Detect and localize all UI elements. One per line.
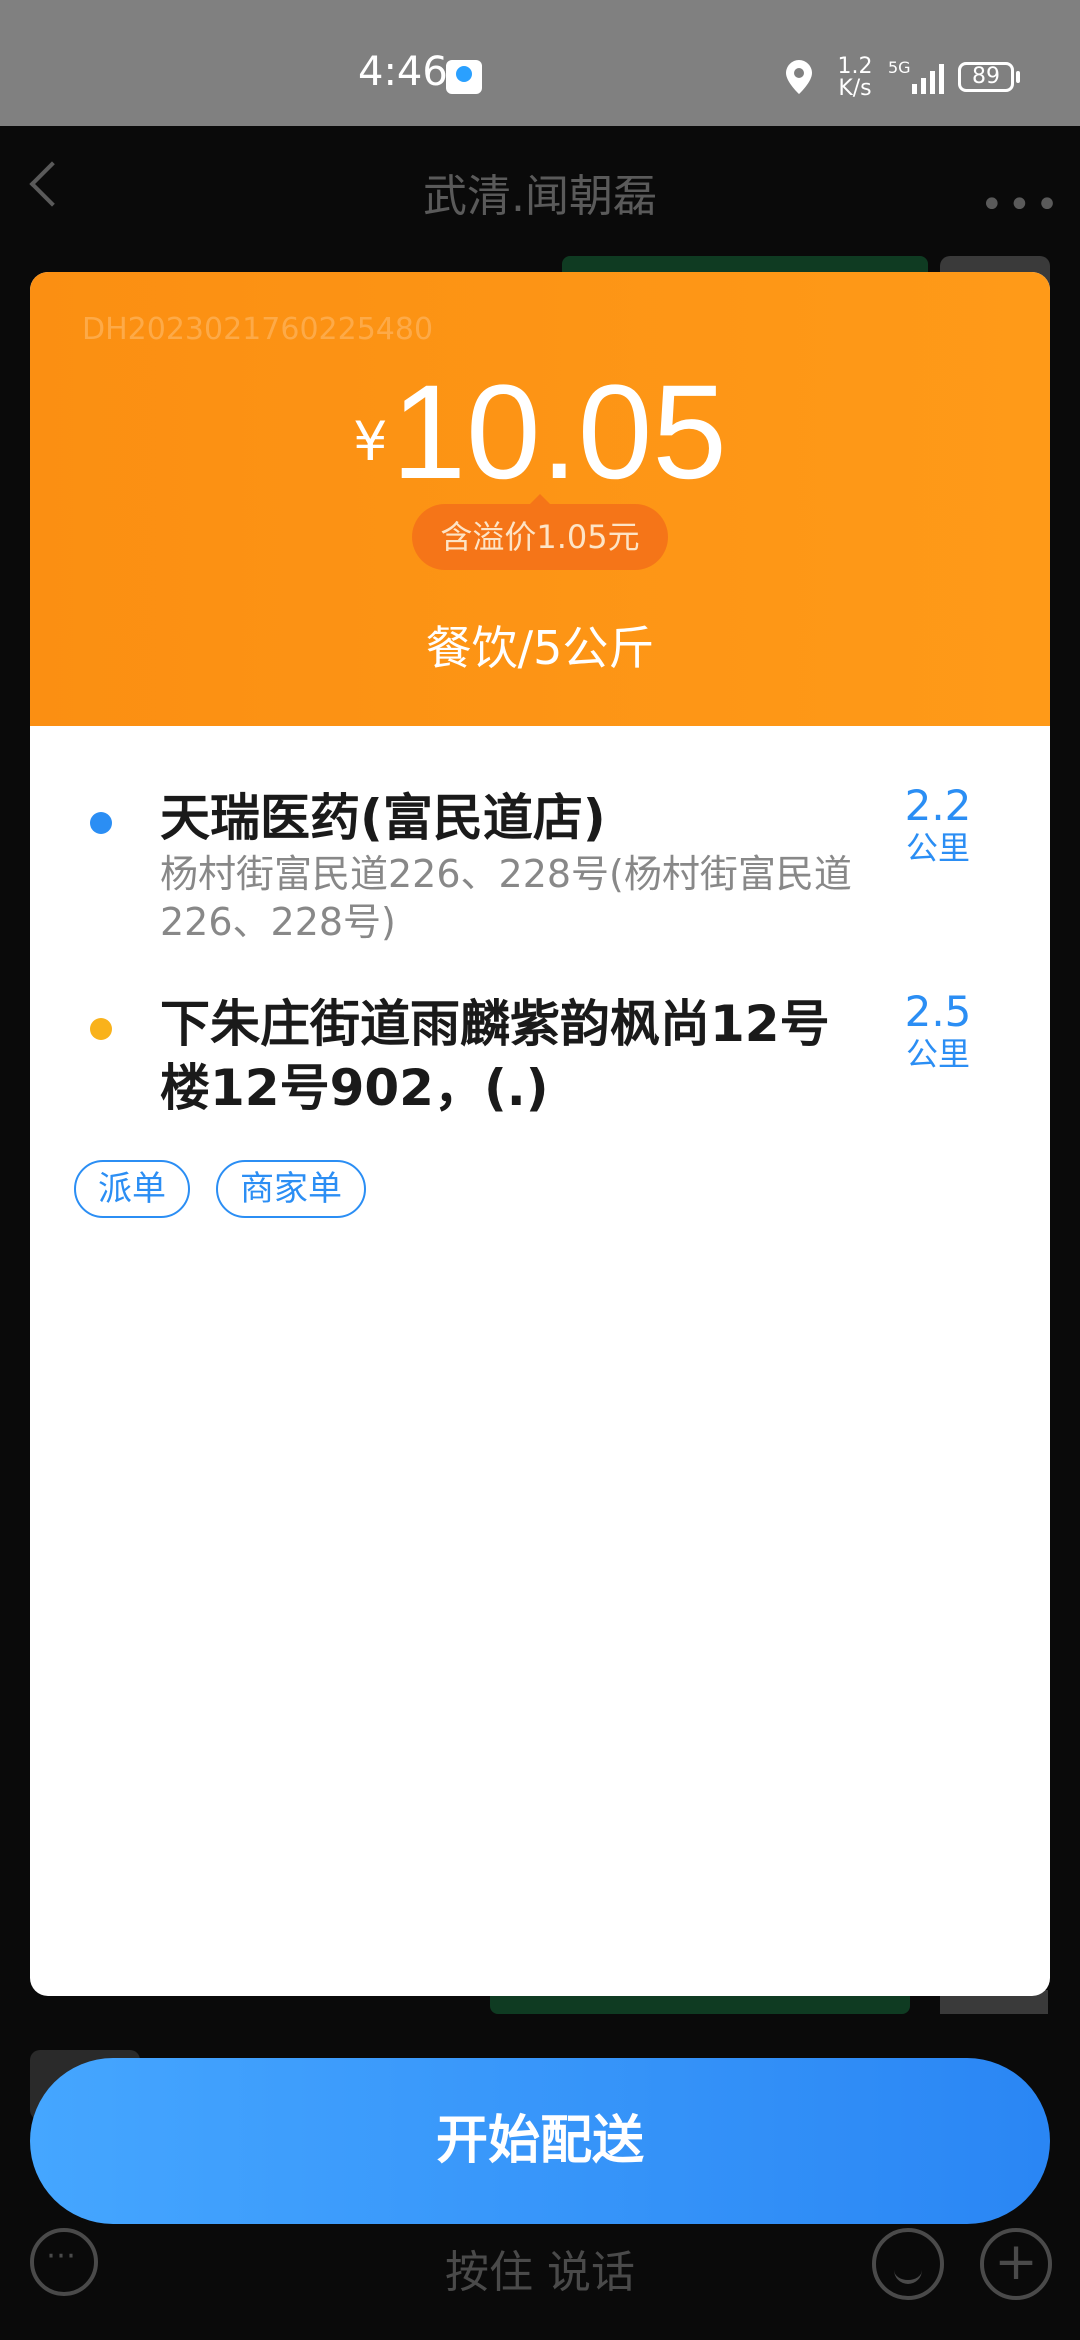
network-type: 5G [888,58,911,77]
pickup-address: 杨村街富民道226、228号(杨村街富民道226、228号) [160,852,852,944]
status-time: 4:46 [358,49,448,95]
battery-icon: 89 [958,62,1020,92]
order-header: DH2023021760225480 ¥10.05 含溢价1.05元 餐饮/5公… [30,272,1050,726]
pickup-dot-icon [90,812,112,834]
currency-symbol: ¥ [353,410,388,473]
price-amount: 10.05 [391,358,727,507]
order-number: DH2023021760225480 [82,312,434,347]
tag-dispatch: 派单 [74,1160,190,1218]
app-notification-icon [446,60,482,94]
dropoff-dot-icon [90,1018,112,1040]
location-icon [786,60,812,94]
pickup-name: 天瑞医药(富民道店) [160,789,606,847]
plus-icon[interactable]: + [980,2228,1052,2300]
status-bar: 4:46 1.2 K/s 5G 89 [0,0,1080,126]
order-category: 餐饮/5公斤 [425,621,655,675]
dropoff-address: 下朱庄街道雨麟紫韵枫尚12号楼12号902，(.) [160,995,830,1117]
tag-merchant: 商家单 [216,1160,366,1218]
order-card: DH2023021760225480 ¥10.05 含溢价1.05元 餐饮/5公… [30,272,1050,1996]
start-delivery-button[interactable]: 开始配送 [30,2058,1050,2224]
chat-title: 武清.闻朝磊 [423,171,657,222]
order-price: ¥10.05 [30,358,1050,508]
order-tags: 派单 商家单 [74,1160,392,1218]
premium-badge: 含溢价1.05元 [412,494,668,570]
pickup-distance: 2.2 公里 [904,781,972,868]
network-speed: 1.2 K/s [837,54,873,101]
emoji-icon[interactable] [872,2228,944,2300]
signal-icon [912,64,944,94]
dropoff-distance: 2.5 公里 [904,987,972,1074]
more-icon[interactable]: ••• [980,182,1063,228]
